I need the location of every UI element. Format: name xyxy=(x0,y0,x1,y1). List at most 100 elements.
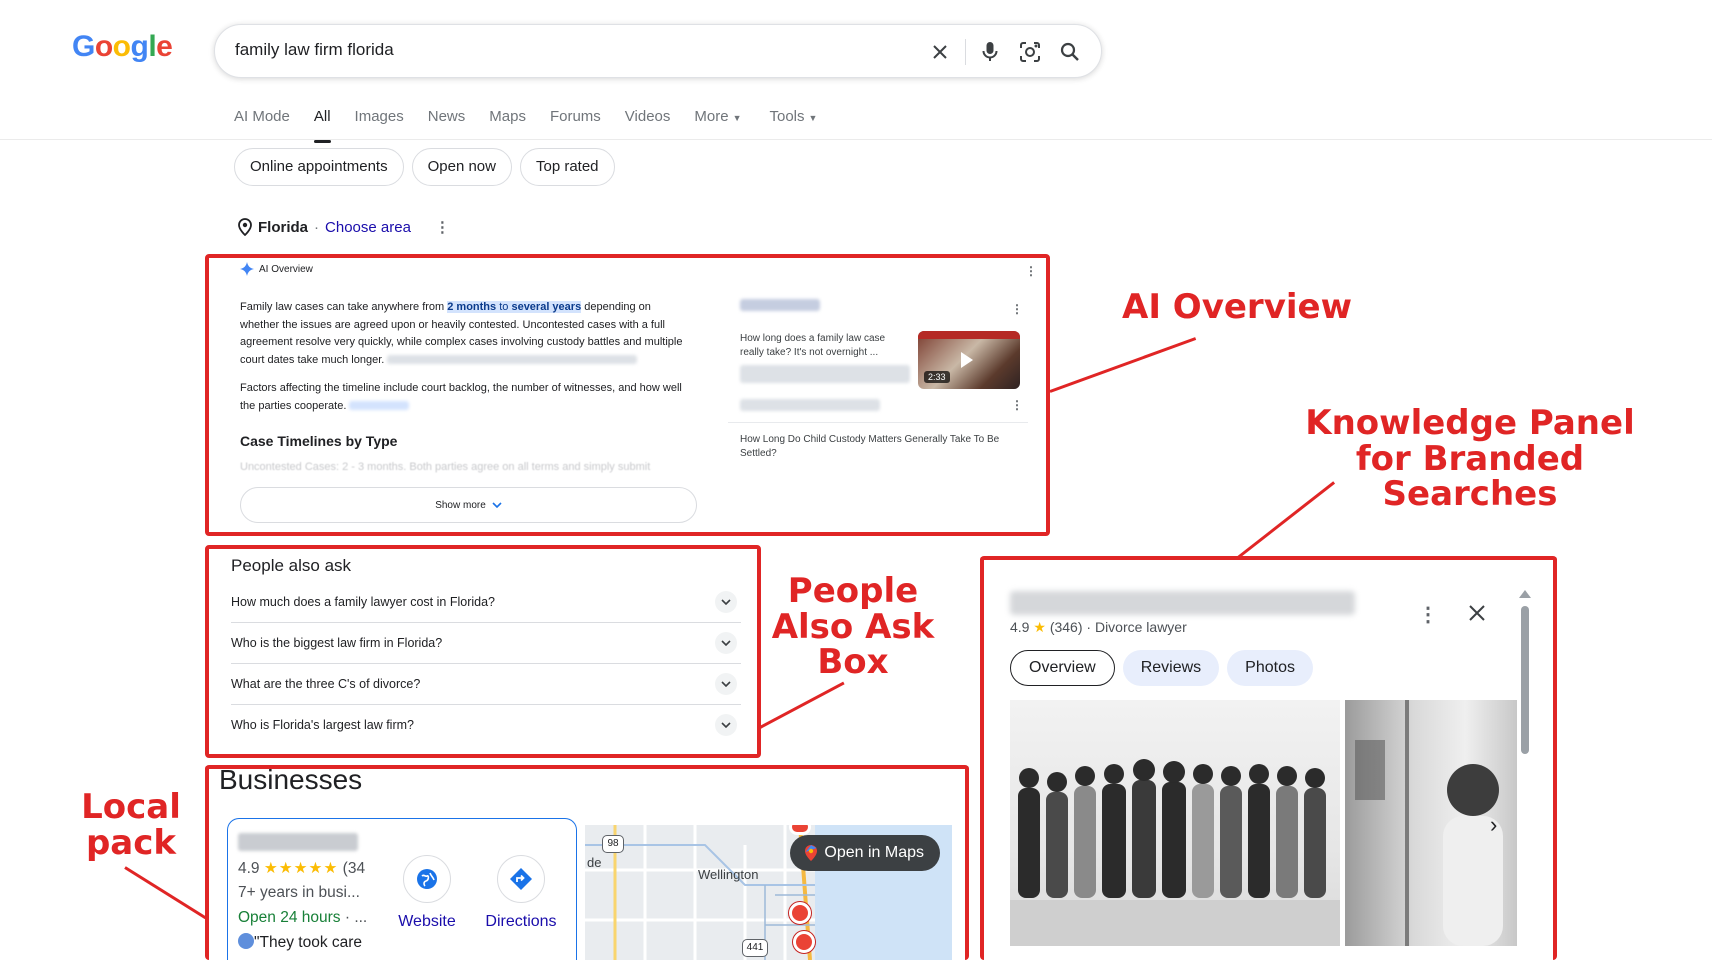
chevron-down-icon xyxy=(715,632,737,654)
knowledge-panel-menu-icon[interactable]: ⋮ xyxy=(1418,602,1438,627)
tab-forums[interactable]: Forums xyxy=(550,108,601,138)
blurred-citation xyxy=(349,401,410,411)
directions-label: Directions xyxy=(485,913,557,930)
paa-question-text: Who is the biggest law firm in Florida? xyxy=(231,636,443,650)
tab-videos[interactable]: Videos xyxy=(625,108,671,138)
business-hours: Open 24 hours · ... xyxy=(238,909,368,926)
location-separator: · xyxy=(314,218,320,236)
tab-tools-label: Tools xyxy=(769,108,805,125)
tab-more-label: More xyxy=(694,108,729,125)
ai-overview-header: AI Overview xyxy=(240,262,313,276)
business-years: 7+ years in busi... xyxy=(238,884,360,901)
annotation-pointer-knowledge-panel xyxy=(1237,481,1336,559)
scroll-up-icon[interactable] xyxy=(1519,590,1531,598)
tab-tools[interactable]: Tools ▼ xyxy=(770,108,818,138)
close-icon[interactable] xyxy=(925,37,955,67)
ai-overview-subheading: Case Timelines by Type xyxy=(240,433,398,449)
map-pin-icon[interactable] xyxy=(789,902,811,924)
ai-overview-label: AI Overview xyxy=(259,263,313,275)
tab-news[interactable]: News xyxy=(428,108,466,138)
show-more-label: Show more xyxy=(435,499,486,511)
chevron-down-icon xyxy=(492,502,502,508)
blurred-citation xyxy=(387,355,638,365)
location-name: Florida xyxy=(258,218,309,236)
video-thumbnail[interactable]: 2:33 xyxy=(918,331,1020,389)
source-menu-icon[interactable]: ⋮ xyxy=(1011,398,1023,412)
chip-open-now[interactable]: Open now xyxy=(411,148,512,186)
close-icon[interactable] xyxy=(1468,604,1486,627)
annotation-pointer-people-also-ask xyxy=(759,681,845,729)
google-logo[interactable]: Google xyxy=(72,30,173,64)
source-2-title[interactable]: How Long Do Child Custody Matters Genera… xyxy=(740,433,1020,461)
scrollbar-thumb[interactable] xyxy=(1521,606,1529,754)
mic-icon[interactable] xyxy=(975,37,1005,67)
office-photo[interactable]: › xyxy=(1345,700,1517,946)
road-shield: 441 xyxy=(742,939,768,957)
open-in-maps-label: Open in Maps xyxy=(824,844,924,861)
ai-overview-faded-text: Uncontested Cases: 2 - 3 months. Both pa… xyxy=(240,461,651,473)
chip-top-rated[interactable]: Top rated xyxy=(519,148,615,186)
play-icon xyxy=(961,352,973,368)
paa-question[interactable]: Who is the biggest law firm in Florida? xyxy=(231,623,741,664)
tab-more[interactable]: More ▼ xyxy=(694,108,741,138)
tab-all[interactable]: All xyxy=(313,108,331,143)
star-rating-icon: ★★★★★ xyxy=(263,860,339,877)
paa-question-text: Who is Florida's largest law firm? xyxy=(231,718,414,732)
show-more-button[interactable]: Show more xyxy=(240,487,697,523)
paa-question[interactable]: What are the three C's of divorce? xyxy=(231,664,741,705)
map-label-fragment: de xyxy=(587,855,602,870)
location-pin-icon xyxy=(238,218,252,236)
business-rating-line: 4.9 ★★★★★ (34 xyxy=(238,860,366,877)
source-divider xyxy=(728,422,1028,423)
chip-online-appointments[interactable]: Online appointments xyxy=(234,148,404,186)
caret-down-icon: ▼ xyxy=(808,113,818,123)
annotation-local-pack: Local pack xyxy=(81,787,181,863)
annotation-knowledge-panel: Knowledge Panel for Branded Searches xyxy=(1305,403,1635,515)
ai-overview-paragraph-1: Family law cases can take anywhere from … xyxy=(240,301,683,366)
open-in-maps-button[interactable]: Open in Maps xyxy=(790,835,940,871)
local-map[interactable]: 98 de Wellington 441 Open in Maps xyxy=(585,825,952,960)
search-icon[interactable] xyxy=(1055,37,1085,67)
chevron-down-icon xyxy=(715,591,737,613)
filter-chips: Online appointments Open now Top rated xyxy=(234,148,615,186)
map-pin-icon[interactable] xyxy=(793,931,815,953)
paa-question[interactable]: Who is Florida's largest law firm? xyxy=(231,705,741,746)
chevron-right-icon[interactable]: › xyxy=(1490,812,1497,838)
business-card[interactable]: 4.9 ★★★★★ (34 7+ years in busi... Open 2… xyxy=(227,818,577,960)
website-button[interactable]: Website xyxy=(382,855,472,931)
ai-overview-menu-icon[interactable]: ⋮ xyxy=(1025,264,1037,278)
source-menu-icon[interactable]: ⋮ xyxy=(1011,302,1023,316)
search-tabs: AI Mode All Images News Maps Forums Vide… xyxy=(234,108,818,143)
map-label-city: Wellington xyxy=(698,867,759,882)
paa-question[interactable]: How much does a family lawyer cost in Fl… xyxy=(231,582,741,623)
team-photo[interactable] xyxy=(1010,700,1340,946)
annotation-pointer-ai-overview xyxy=(1049,337,1197,393)
directions-button[interactable]: Directions xyxy=(476,855,566,931)
blurred-source-name xyxy=(740,299,820,311)
business-review-snippet: "They took care xyxy=(238,933,362,952)
tab-ai-mode[interactable]: AI Mode xyxy=(234,108,290,138)
annotation-pointer-local-pack xyxy=(124,866,207,920)
caret-down-icon: ▼ xyxy=(732,113,742,123)
choose-area-link[interactable]: Choose area xyxy=(325,219,411,236)
chevron-down-icon xyxy=(715,714,737,736)
tabs-divider xyxy=(0,139,1712,140)
ai-overview-paragraph-2: Factors affecting the timeline include c… xyxy=(240,382,682,412)
star-icon: ★ xyxy=(1033,619,1046,635)
search-input[interactable]: family law firm florida xyxy=(235,40,394,60)
tab-overview[interactable]: Overview xyxy=(1010,650,1115,686)
tab-images[interactable]: Images xyxy=(355,108,404,138)
avatar xyxy=(238,933,254,949)
tab-photos[interactable]: Photos xyxy=(1227,650,1313,686)
tab-maps[interactable]: Maps xyxy=(489,108,526,138)
directions-icon xyxy=(497,855,545,903)
lens-icon[interactable] xyxy=(1015,37,1045,67)
blurred-business-title xyxy=(1010,591,1355,615)
tab-reviews[interactable]: Reviews xyxy=(1122,650,1220,686)
search-box[interactable]: family law firm florida xyxy=(214,24,1102,78)
paa-question-text: What are the three C's of divorce? xyxy=(231,677,421,691)
gemini-sparkle-icon xyxy=(240,262,254,276)
more-options-icon[interactable]: ⋮ xyxy=(435,218,450,236)
source-1-title[interactable]: How long does a family law case really t… xyxy=(740,332,900,360)
annotation-people-also-ask: People Also Ask Box xyxy=(771,571,935,683)
